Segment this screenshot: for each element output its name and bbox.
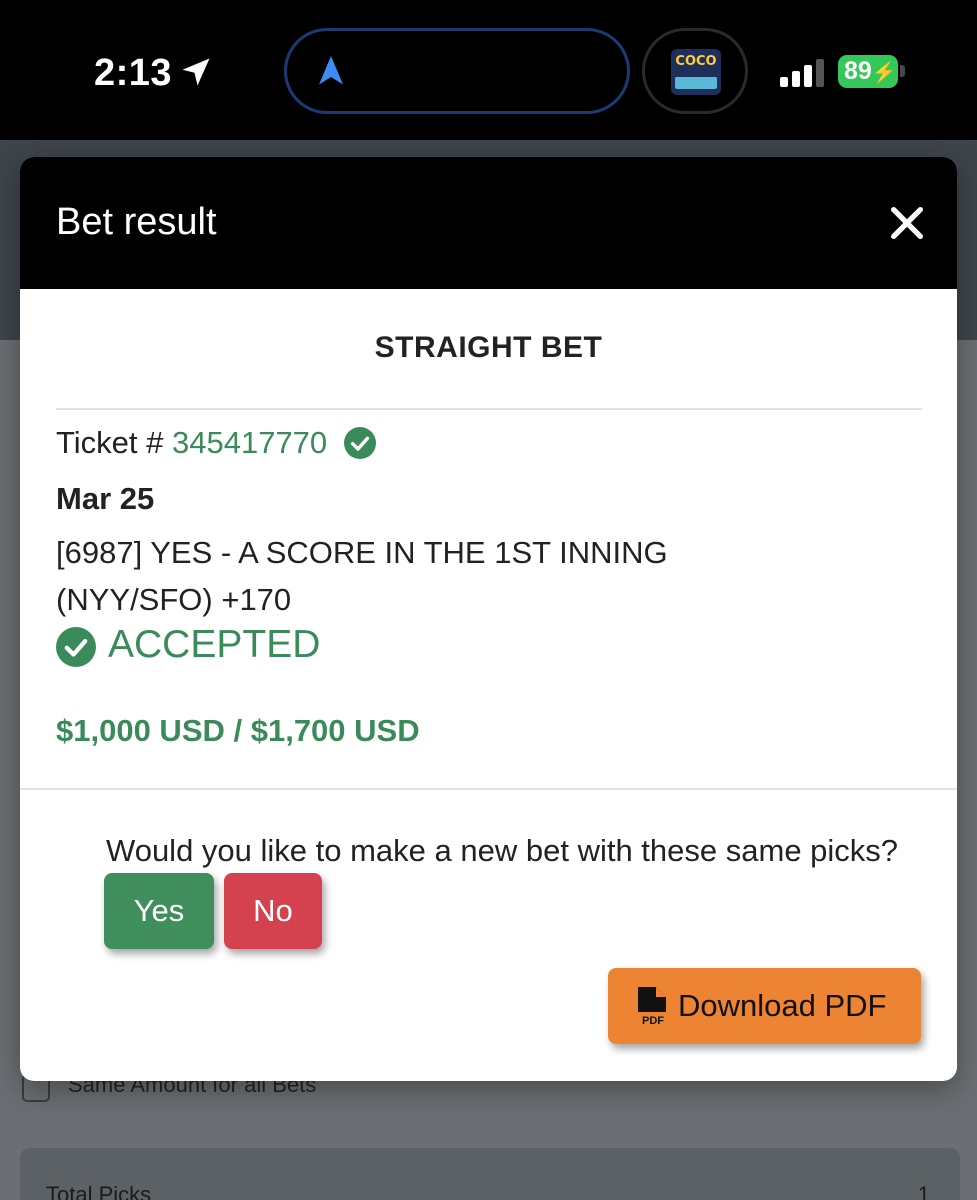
bet-type-heading: STRAIGHT BET bbox=[374, 331, 603, 364]
modal-title: Bet result bbox=[56, 201, 217, 243]
yes-button[interactable]: Yes bbox=[104, 873, 214, 949]
file-pdf-icon: PDF bbox=[638, 987, 666, 1026]
bet-description: [6987] YES - A SCORE IN THE 1ST INNING (… bbox=[56, 535, 668, 617]
ticket-line: Ticket # 345417770 bbox=[56, 425, 327, 461]
bet-amounts: $1,000 USD / $1,700 USD bbox=[56, 713, 420, 748]
svg-text:PDF: PDF bbox=[642, 1015, 664, 1026]
check-circle-icon bbox=[344, 427, 376, 459]
bet-status: ACCEPTED bbox=[108, 623, 321, 666]
bet-result-modal: Bet result STRAIGHT BET Ticket # 3454177… bbox=[20, 157, 957, 1081]
no-button[interactable]: No bbox=[224, 873, 322, 949]
dynamic-island-media[interactable]: COCO bbox=[642, 28, 748, 114]
album-art-title: COCO bbox=[675, 54, 717, 69]
ticket-label: Ticket # bbox=[56, 425, 172, 460]
modal-header: Bet result bbox=[20, 157, 957, 289]
dynamic-island-navigation[interactable] bbox=[284, 28, 630, 114]
ticket-number: 345417770 bbox=[172, 425, 328, 460]
album-art: COCO bbox=[671, 49, 721, 95]
battery-charging-icon: 89⚡ bbox=[838, 55, 898, 88]
cellular-signal-icon bbox=[780, 57, 828, 87]
status-time: 2:13 bbox=[94, 52, 173, 94]
navigation-arrow-icon bbox=[319, 56, 343, 85]
repeat-bet-question: Would you like to make a new bet with th… bbox=[106, 833, 899, 868]
check-circle-icon bbox=[56, 627, 96, 667]
bet-date: Mar 25 bbox=[56, 481, 155, 516]
download-pdf-button[interactable]: PDF Download PDF bbox=[608, 968, 921, 1044]
divider bbox=[56, 408, 922, 410]
status-bar: 2:13 COCO 89⚡ bbox=[0, 0, 977, 140]
location-arrow-icon bbox=[182, 58, 210, 86]
download-pdf-label: Download PDF bbox=[678, 988, 887, 1023]
total-picks-value: 1 bbox=[917, 1182, 930, 1200]
divider bbox=[20, 788, 957, 790]
totals-card: Total Picks 1 bbox=[20, 1148, 960, 1200]
close-icon[interactable] bbox=[887, 203, 927, 243]
battery-level: 89 bbox=[844, 57, 872, 85]
total-picks-label: Total Picks bbox=[46, 1182, 152, 1200]
